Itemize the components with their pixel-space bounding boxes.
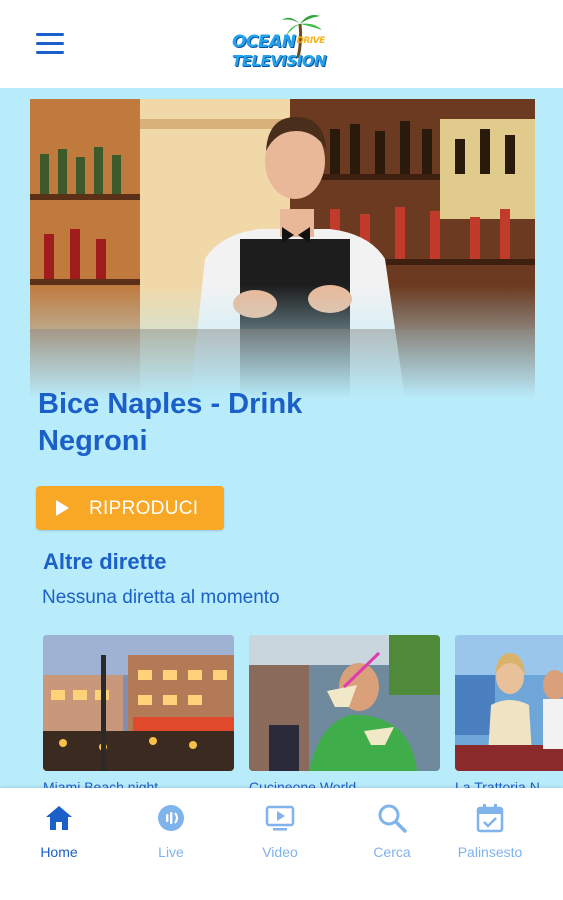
video-thumbnail-miami-beach[interactable] <box>43 635 234 771</box>
ocean-drive-tv-logo[interactable]: OCEANDRIVE TELEVISION <box>232 10 332 74</box>
live-icon <box>158 805 184 831</box>
play-icon <box>56 500 69 516</box>
featured-video-image[interactable] <box>30 99 535 399</box>
nav-label-live: Live <box>158 844 184 860</box>
nav-item-video[interactable]: Video <box>224 788 336 878</box>
bottom-navigation: Home Live Video Cerca Palinsesto <box>0 788 563 900</box>
nav-label-search: Cerca <box>373 844 411 860</box>
live-empty-message: Nessuna diretta al momento <box>42 587 280 608</box>
nav-item-live[interactable]: Live <box>115 788 227 878</box>
logo-wordmark: OCEANDRIVE TELEVISION <box>232 32 327 70</box>
menu-icon[interactable] <box>36 33 64 55</box>
nav-item-search[interactable]: Cerca <box>336 788 448 878</box>
featured-title: Bice Naples - Drink Negroni <box>38 388 303 457</box>
video-thumbnail-trattoria[interactable] <box>455 635 563 771</box>
nav-item-home[interactable]: Home <box>3 788 115 878</box>
calendar-icon <box>476 804 504 833</box>
search-icon <box>378 804 407 833</box>
nav-item-schedule[interactable]: Palinsesto <box>434 788 546 878</box>
play-button-label: RIPRODUCI <box>89 498 199 519</box>
home-icon <box>46 806 72 830</box>
app-header: OCEANDRIVE TELEVISION <box>0 0 563 88</box>
play-button[interactable]: RIPRODUCI <box>36 486 224 530</box>
video-thumbnail-cucineone[interactable] <box>249 635 440 771</box>
live-section-title: Altre dirette <box>43 549 167 574</box>
nav-label-schedule: Palinsesto <box>457 844 523 860</box>
nav-label-home: Home <box>40 844 78 860</box>
video-icon <box>265 805 295 831</box>
nav-label-video: Video <box>262 844 298 860</box>
